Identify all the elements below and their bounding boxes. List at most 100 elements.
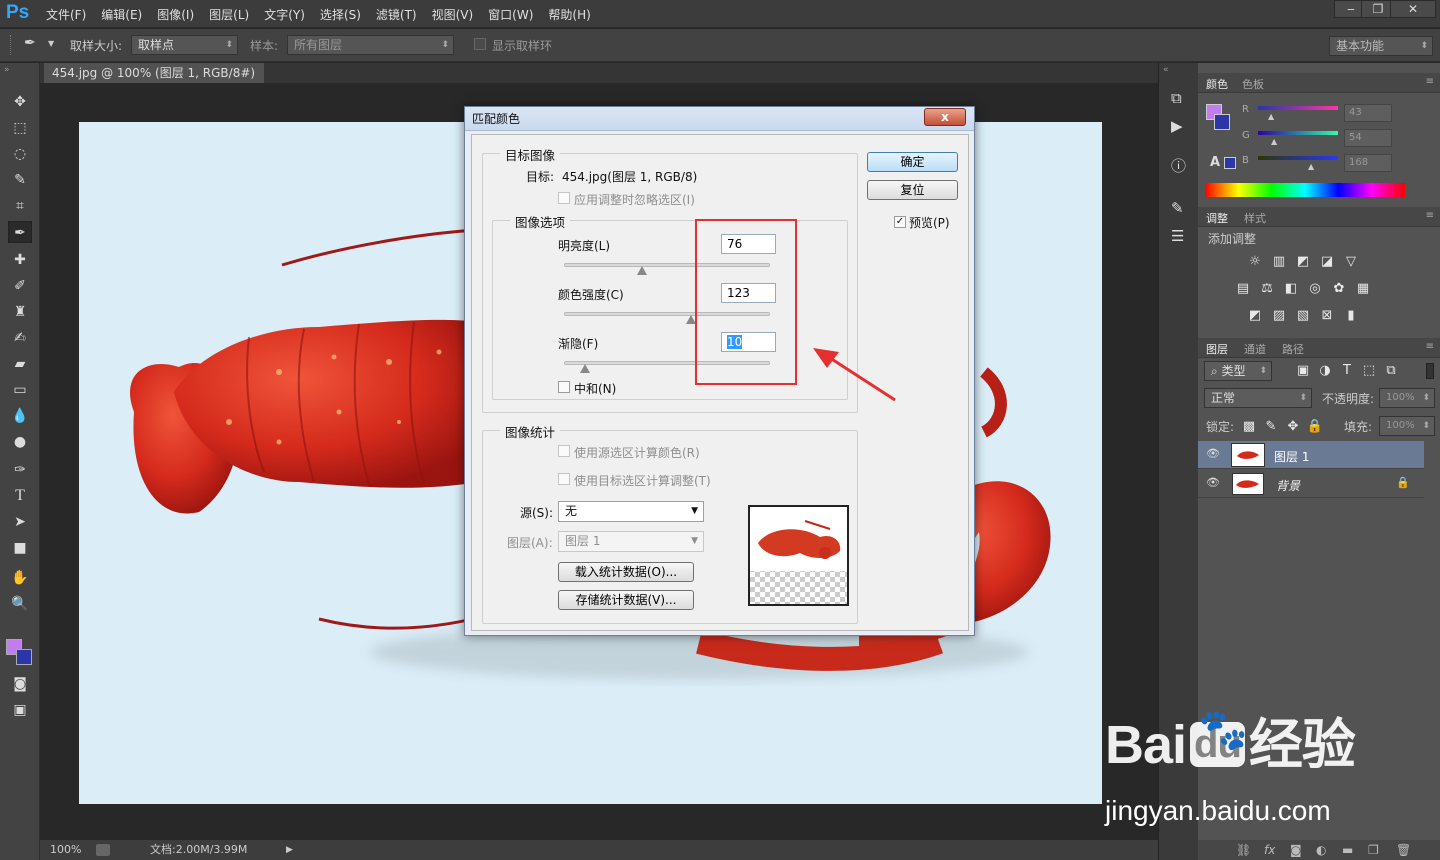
b-slider-thumb[interactable]: ▲ [1308, 162, 1314, 171]
collapse-icon[interactable]: » [4, 65, 10, 75]
filter-pixel-icon[interactable]: ▣ [1294, 364, 1312, 378]
selective-color-icon[interactable]: ⊠ [1318, 309, 1336, 323]
menu-item[interactable]: 图像(I) [157, 6, 194, 23]
blend-mode-select[interactable]: 正常 [1204, 388, 1312, 408]
tab-swatches[interactable]: 色板 [1242, 76, 1264, 92]
quick-mask-icon[interactable]: ◙ [8, 673, 32, 695]
type-tool-icon[interactable]: T [8, 485, 32, 507]
fade-slider-thumb[interactable] [579, 364, 590, 373]
b-value-field[interactable]: 168 [1344, 154, 1392, 172]
background-color-swatch[interactable] [1214, 114, 1230, 130]
eraser-tool-icon[interactable]: ▰ [8, 353, 32, 375]
info-panel-icon[interactable]: ⓘ [1171, 155, 1186, 176]
shape-tool-icon[interactable]: ■ [8, 537, 32, 559]
add-mask-icon[interactable]: ◙ [1290, 843, 1302, 857]
channel-mixer-icon[interactable]: ✿ [1330, 282, 1348, 296]
tab-channels[interactable]: 通道 [1244, 341, 1266, 357]
vibrance-icon[interactable]: ▽ [1342, 255, 1360, 269]
posterize-icon[interactable]: ▨ [1270, 309, 1288, 323]
use-target-selection-checkbox[interactable] [558, 473, 570, 485]
delete-layer-icon[interactable]: 🗑 [1396, 843, 1411, 857]
panel-menu-icon[interactable]: ≡ [1426, 341, 1434, 352]
luminance-slider-thumb[interactable] [637, 266, 648, 275]
menu-item[interactable]: 滤镜(T) [376, 6, 417, 23]
color-lookup-icon[interactable]: ▦ [1354, 282, 1372, 296]
use-source-selection-checkbox[interactable] [558, 445, 570, 457]
pen-tool-icon[interactable]: ✑ [8, 459, 32, 481]
eyedropper-tool-icon[interactable]: ✒ [8, 221, 32, 243]
layer-name[interactable]: 图层 1 [1274, 448, 1309, 465]
tab-adjustments[interactable]: 调整 [1206, 210, 1228, 226]
blur-tool-icon[interactable]: 💧 [8, 405, 32, 427]
menu-item[interactable]: 文件(F) [46, 6, 86, 23]
gradient-map-icon[interactable]: ▮ [1342, 309, 1360, 323]
invert-icon[interactable]: ◩ [1246, 309, 1264, 323]
gamut-swatch[interactable] [1224, 157, 1236, 169]
dialog-title-bar[interactable]: 匹配颜色 [465, 107, 974, 131]
layer-row-background[interactable]: 👁 背景 🔒 [1198, 470, 1424, 498]
tab-paths[interactable]: 路径 [1282, 341, 1304, 357]
history-panel-icon[interactable]: ⧉ [1171, 89, 1182, 107]
opacity-field[interactable]: 100% [1379, 388, 1435, 408]
lock-all-icon[interactable]: 🔒 [1306, 420, 1324, 434]
properties-panel-icon[interactable]: ☰ [1171, 227, 1184, 245]
g-slider-thumb[interactable]: ▲ [1271, 137, 1277, 146]
reset-button[interactable]: 复位 [867, 180, 958, 200]
brush-panel-icon[interactable]: ✎ [1171, 199, 1184, 217]
move-tool-icon[interactable]: ✥ [8, 91, 32, 113]
source-select[interactable]: 无 [558, 501, 704, 522]
brightness-icon[interactable]: ☼ [1246, 255, 1264, 269]
load-statistics-button[interactable]: 载入统计数据(O)... [558, 562, 694, 582]
menu-item[interactable]: 窗口(W) [488, 6, 533, 23]
sample-select[interactable]: 所有图层 [287, 35, 454, 55]
r-value-field[interactable]: 43 [1344, 104, 1392, 122]
layer-row-layer1[interactable]: 👁 图层 1 [1198, 441, 1424, 469]
layer-kind-filter[interactable]: ⌕ 类型 [1204, 361, 1272, 381]
background-color-swatch[interactable] [16, 649, 32, 665]
eyedropper-icon[interactable]: ✒ [24, 35, 36, 51]
b-slider[interactable] [1258, 156, 1338, 160]
status-menu-arrow-icon[interactable]: ▶ [286, 840, 293, 860]
screen-mode-icon[interactable]: ▣ [8, 699, 32, 721]
visibility-eye-icon[interactable]: 👁 [1206, 476, 1220, 489]
filter-toggle[interactable] [1426, 363, 1434, 379]
menu-item[interactable]: 选择(S) [320, 6, 361, 23]
layer-select[interactable]: 图层 1 [558, 531, 704, 552]
healing-brush-icon[interactable]: ✚ [8, 249, 32, 271]
panel-menu-icon[interactable]: ≡ [1426, 210, 1434, 221]
brush-tool-icon[interactable]: ✐ [8, 275, 32, 297]
zoom-tool-icon[interactable]: 🔍 [8, 593, 32, 615]
ok-button[interactable]: 确定 [867, 152, 958, 172]
lasso-tool-icon[interactable]: ◌ [8, 143, 32, 165]
status-icon[interactable] [96, 844, 110, 856]
collapse-icon[interactable]: « [1163, 65, 1169, 75]
link-layers-icon[interactable]: ⛓ [1236, 843, 1251, 857]
filter-smart-icon[interactable]: ⧉ [1382, 364, 1400, 378]
threshold-icon[interactable]: ▧ [1294, 309, 1312, 323]
black-white-icon[interactable]: ◧ [1282, 282, 1300, 296]
g-slider[interactable] [1258, 131, 1338, 135]
sample-size-select[interactable]: 取样点 [131, 35, 238, 55]
marquee-tool-icon[interactable]: ⬚ [8, 117, 32, 139]
stamp-tool-icon[interactable]: ♜ [8, 301, 32, 323]
preview-checkbox[interactable]: ✓ [894, 216, 906, 228]
menu-item[interactable]: 编辑(E) [101, 6, 142, 23]
document-tab[interactable]: 454.jpg @ 100% (图层 1, RGB/8#) * × [44, 63, 264, 100]
hue-saturation-icon[interactable]: ▤ [1234, 282, 1252, 296]
chevron-down-icon[interactable]: ▼ [48, 39, 54, 48]
hand-tool-icon[interactable]: ✋ [8, 567, 32, 589]
filter-shape-icon[interactable]: ⬚ [1360, 364, 1378, 378]
menu-item[interactable]: 图层(L) [209, 6, 249, 23]
show-ring-checkbox[interactable] [474, 38, 486, 50]
filter-type-icon[interactable]: T [1338, 364, 1356, 378]
exposure-icon[interactable]: ◪ [1318, 255, 1336, 269]
color-balance-icon[interactable]: ⚖ [1258, 282, 1276, 296]
g-value-field[interactable]: 54 [1344, 129, 1392, 147]
lock-transparency-icon[interactable]: ▩ [1240, 420, 1258, 434]
zoom-level[interactable]: 100% [50, 840, 81, 860]
fill-field[interactable]: 100% [1379, 416, 1435, 436]
actions-panel-icon[interactable]: ▶ [1171, 117, 1183, 135]
neutralize-checkbox[interactable] [558, 381, 570, 393]
photo-filter-icon[interactable]: ◎ [1306, 282, 1324, 296]
new-layer-icon[interactable]: ❐ [1368, 843, 1379, 857]
